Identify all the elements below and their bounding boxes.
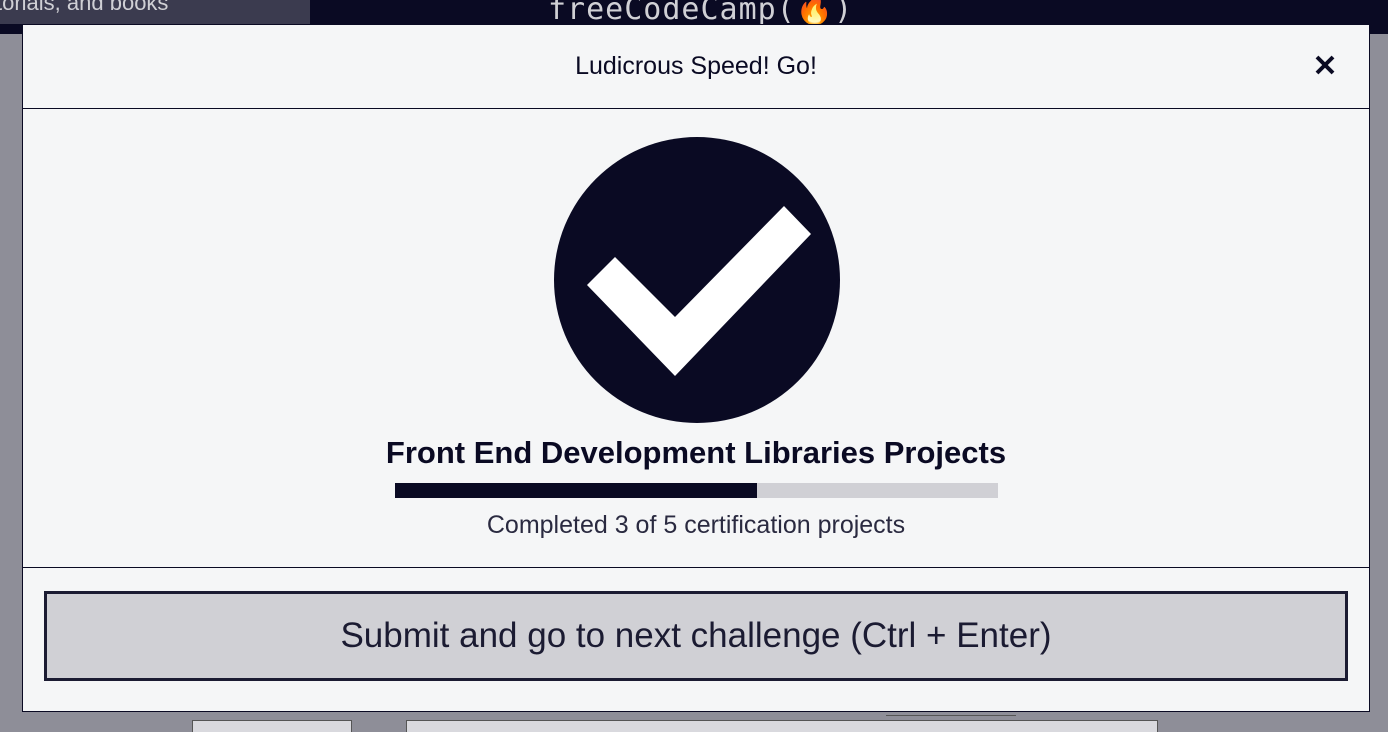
modal-title: Ludicrous Speed! Go! xyxy=(575,52,817,80)
modal-footer: Submit and go to next challenge (Ctrl + … xyxy=(23,568,1369,711)
submit-next-challenge-button[interactable]: Submit and go to next challenge (Ctrl + … xyxy=(44,591,1348,681)
search-bar[interactable]: torials, and books xyxy=(0,0,310,24)
search-bar-text: torials, and books xyxy=(0,0,169,15)
checkmark-circle-icon xyxy=(554,137,840,423)
freecodecamp-logo: freeCodeCamp(🔥) xyxy=(548,0,854,27)
background-code-block xyxy=(192,720,352,732)
background-code-block xyxy=(406,720,1158,732)
progress-text: Completed 3 of 5 certification projects xyxy=(486,511,906,539)
completion-modal: Ludicrous Speed! Go! Front End Developme… xyxy=(22,24,1370,712)
progress-bar-fill xyxy=(395,483,757,498)
modal-header: Ludicrous Speed! Go! xyxy=(23,25,1369,109)
modal-body: Front End Development Libraries Projects… xyxy=(23,109,1369,568)
certification-title: Front End Development Libraries Projects xyxy=(385,435,1007,470)
close-button[interactable] xyxy=(1313,53,1339,79)
close-icon xyxy=(1315,55,1335,75)
progress-bar xyxy=(395,483,998,498)
